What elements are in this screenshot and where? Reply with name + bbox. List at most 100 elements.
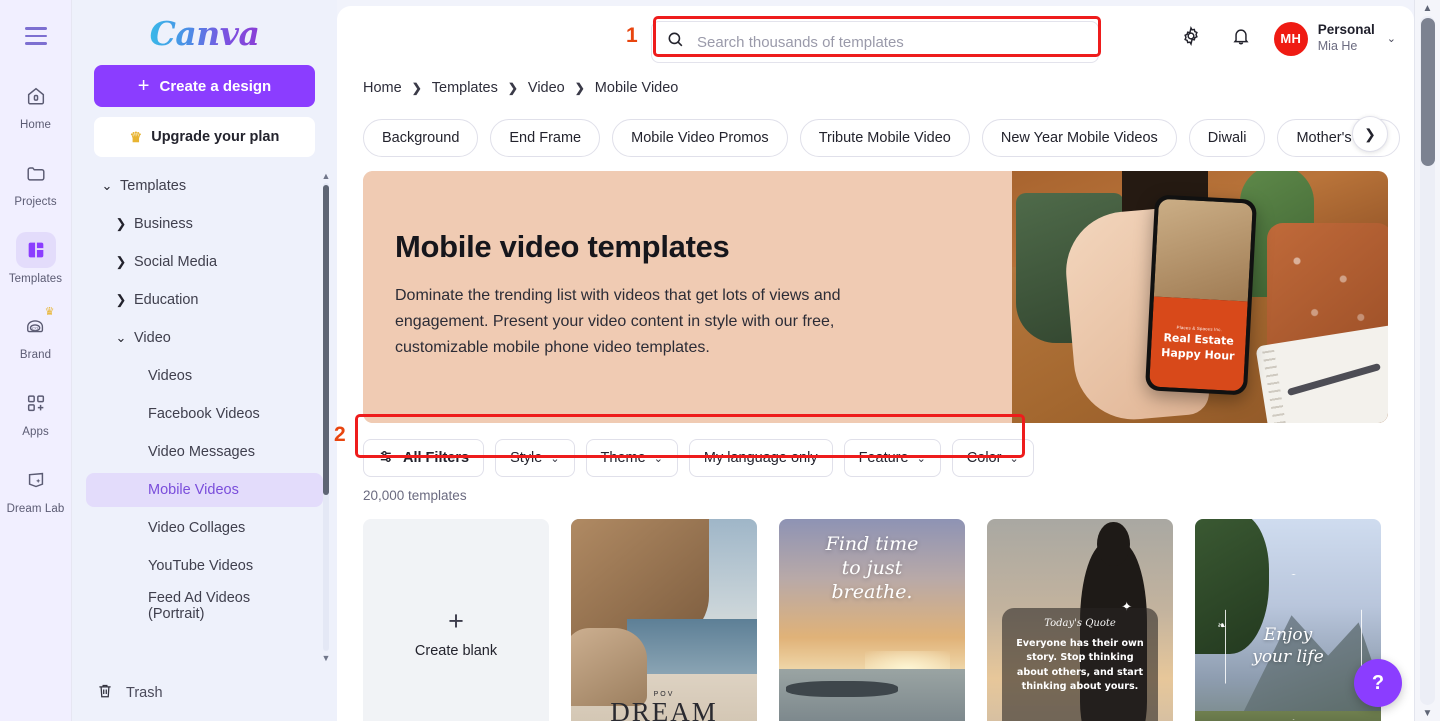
sidebar-item-youtube-videos[interactable]: YouTube Videos (86, 549, 323, 583)
chevron-down-icon: ⌄ (550, 452, 560, 465)
account-user: Mia He (1317, 39, 1358, 54)
rail-item-projects[interactable]: Projects (4, 151, 68, 214)
page-scrollbar[interactable]: ▲ ▼ (1414, 0, 1440, 721)
home-icon (16, 78, 56, 114)
rail-label: Apps (22, 426, 49, 439)
search-slot (651, 21, 1099, 63)
rail-label: Templates (8, 272, 63, 285)
help-button[interactable]: ? (1354, 659, 1402, 707)
hero-phone-title-line2: Happy Hour (1160, 346, 1235, 364)
rail-item-brand[interactable]: CO ♛ Brand (4, 304, 68, 367)
chip-diwali[interactable]: Diwali (1188, 119, 1266, 157)
scroll-down-arrow-icon[interactable]: ▼ (1415, 705, 1440, 721)
template-caption: Today's Quote Everyone has their own sto… (1001, 607, 1159, 721)
template-caption: POV DREAM GETAWAY (571, 691, 757, 721)
sidebar-item-label: Templates (120, 178, 187, 194)
rail-item-apps[interactable]: Apps (4, 381, 68, 444)
chevron-right-icon[interactable]: ❯ (108, 254, 134, 270)
sidebar-item-video[interactable]: ⌄ Video (86, 321, 323, 355)
chip-mobile-video-promos[interactable]: Mobile Video Promos (612, 119, 788, 157)
rail-label: Projects (14, 195, 57, 208)
sidebar-scrollbar-thumb[interactable] (323, 185, 329, 495)
sidebar-item-label: Videos (148, 368, 193, 384)
hero-phone-title-line1: Real Estate (1163, 331, 1235, 349)
template-card-find-time-to-breathe[interactable]: Find time to just breathe. (779, 519, 965, 721)
annotation-number-1: 1 (626, 24, 638, 47)
account-switcher[interactable]: MH Personal Mia He ⌄ (1273, 21, 1396, 56)
sidebar-item-social-media[interactable]: ❯ Social Media (86, 245, 323, 279)
bell-icon (1230, 25, 1252, 52)
folder-icon (16, 155, 56, 191)
notifications-button[interactable] (1224, 22, 1258, 56)
scroll-up-arrow-icon[interactable]: ▲ (321, 171, 331, 181)
chevron-right-icon[interactable]: ❯ (108, 292, 134, 308)
filter-label: My language only (703, 450, 818, 466)
search-box[interactable] (651, 21, 1099, 63)
sidebar-item-label: Social Media (134, 254, 218, 270)
rail-item-templates[interactable]: Templates (4, 228, 68, 291)
scroll-down-arrow-icon[interactable]: ▼ (321, 653, 331, 663)
chevron-down-icon[interactable]: ⌄ (94, 178, 120, 194)
filter-bar: All Filters Style ⌄ Theme ⌄ My language … (363, 437, 1388, 479)
chevron-down-icon[interactable]: ⌄ (1387, 32, 1396, 45)
template-text-line1: Find time (825, 533, 919, 555)
search-input[interactable] (697, 22, 1084, 62)
hamburger-icon[interactable] (16, 16, 56, 56)
template-card-dream-getaway[interactable]: POV DREAM GETAWAY (571, 519, 757, 721)
top-bar: MH Personal Mia He ⌄ (337, 6, 1414, 71)
filter-style-button[interactable]: Style ⌄ (495, 439, 575, 477)
filter-color-button[interactable]: Color ⌄ (951, 439, 1034, 477)
breadcrumb-item-templates[interactable]: Templates (432, 80, 498, 96)
chip-tribute-mobile-video[interactable]: Tribute Mobile Video (799, 119, 970, 157)
breadcrumb-separator-icon: ❯ (574, 81, 585, 95)
sidebar-item-video-collages[interactable]: Video Collages (86, 511, 323, 545)
chip-end-frame[interactable]: End Frame (490, 119, 601, 157)
all-filters-label: All Filters (403, 450, 470, 466)
sidebar-item-label: Business (134, 216, 193, 232)
sidebar-item-videos[interactable]: Videos (86, 359, 323, 393)
template-card-enjoy-your-life[interactable]: ❧ Enjoy your life (1195, 519, 1381, 721)
template-text-title: DREAM (610, 696, 718, 721)
sidebar-item-templates[interactable]: ⌄ Templates (86, 169, 323, 203)
sidebar-item-trash[interactable]: Trash (72, 665, 337, 721)
chevron-right-icon[interactable]: ❯ (108, 216, 134, 232)
sidebar-item-label: Video (134, 330, 171, 346)
dream-lab-icon (16, 462, 56, 498)
chip-background[interactable]: Background (363, 119, 479, 157)
sidebar-item-education[interactable]: ❯ Education (86, 283, 323, 317)
left-icon-rail: Home Projects Templates CO ♛ Brand Apps … (0, 0, 72, 721)
breadcrumb-item-home[interactable]: Home (363, 80, 402, 96)
all-filters-button[interactable]: All Filters (363, 439, 485, 477)
sidebar-item-label: YouTube Videos (148, 558, 254, 574)
chip-new-year-mobile-videos[interactable]: New Year Mobile Videos (981, 119, 1177, 157)
breadcrumb-separator-icon: ❯ (507, 81, 518, 95)
sidebar-scrollbar[interactable]: ▲ ▼ (320, 171, 332, 663)
sidebar-item-mobile-videos[interactable]: Mobile Videos (86, 473, 323, 507)
breadcrumb-item-video[interactable]: Video (528, 80, 565, 96)
hero-phone-caption: Places & Spaces Inc. Real Estate Happy H… (1149, 296, 1248, 392)
sidebar-item-feed-ad-videos-portrait[interactable]: Feed Ad Videos (Portrait) (86, 587, 323, 625)
rail-label: Dream Lab (6, 502, 65, 515)
hero-image: Places & Spaces Inc. Real Estate Happy H… (1012, 171, 1388, 423)
create-a-design-button[interactable]: + Create a design (94, 65, 315, 107)
sidebar-item-video-messages[interactable]: Video Messages (86, 435, 323, 469)
filter-feature-button[interactable]: Feature ⌄ (843, 439, 941, 477)
canva-logo[interactable]: Canva (72, 0, 337, 57)
rail-item-dream-lab[interactable]: Dream Lab (4, 458, 68, 521)
page-scrollbar-thumb[interactable] (1421, 18, 1435, 166)
chevron-down-icon[interactable]: ⌄ (108, 330, 134, 346)
create-blank-card[interactable]: + Create blank (363, 519, 549, 721)
hero-image-scene: Places & Spaces Inc. Real Estate Happy H… (1012, 171, 1388, 423)
chips-next-button[interactable]: ❯ (1352, 116, 1388, 152)
upgrade-your-plan-button[interactable]: ♛ Upgrade your plan (94, 117, 315, 157)
apps-icon (16, 385, 56, 421)
filter-my-language-only-button[interactable]: My language only (688, 439, 833, 477)
filter-theme-button[interactable]: Theme ⌄ (585, 439, 678, 477)
sidebar-item-facebook-videos[interactable]: Facebook Videos (86, 397, 323, 431)
scroll-up-arrow-icon[interactable]: ▲ (1415, 0, 1440, 16)
sidebar-actions: + Create a design ♛ Upgrade your plan (72, 57, 337, 157)
settings-button[interactable] (1174, 22, 1208, 56)
template-card-todays-quote[interactable]: ✦ Today's Quote Everyone has their own s… (987, 519, 1173, 721)
sidebar-item-business[interactable]: ❯ Business (86, 207, 323, 241)
rail-item-home[interactable]: Home (4, 74, 68, 137)
